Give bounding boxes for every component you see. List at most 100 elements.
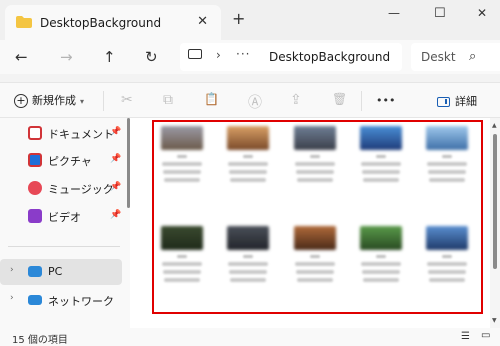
- details-view-icon[interactable]: ☰: [461, 331, 470, 342]
- file-thumbnail-item[interactable]: [220, 226, 276, 282]
- thumbnail-image: [227, 126, 269, 150]
- thumbnail-image: [161, 126, 203, 150]
- scroll-down-icon[interactable]: ▼: [492, 317, 497, 324]
- file-name-blurred: [361, 262, 401, 266]
- tiles-view-icon[interactable]: ▭: [481, 330, 490, 341]
- forward-button[interactable]: →: [60, 48, 73, 66]
- pictures-icon: [28, 153, 42, 167]
- new-button[interactable]: + 新規作成 ▾: [14, 92, 84, 108]
- title-bar: DesktopBackground ✕ + — ☐ ✕: [0, 0, 500, 40]
- sidebar-item-label: PC: [48, 265, 63, 278]
- thumbnail-image: [360, 126, 402, 150]
- search-placeholder: Deskt: [421, 50, 456, 64]
- search-icon: ⌕: [469, 49, 477, 64]
- file-name-blurred: [362, 270, 400, 274]
- sidebar-item-label: ミュージック: [48, 183, 114, 196]
- file-thumbnail-item[interactable]: [220, 126, 276, 182]
- file-thumbnail-item[interactable]: [419, 226, 475, 282]
- back-button[interactable]: ←: [15, 48, 28, 66]
- sidebar-item-label: ネットワーク: [48, 295, 114, 308]
- address-row: ← → ↑ ↻ › ··· DesktopBackground Deskt ⌕: [0, 40, 500, 74]
- file-thumbnail-item[interactable]: [353, 126, 409, 182]
- share-icon[interactable]: ⇪: [290, 92, 302, 108]
- file-name-blurred: [297, 178, 333, 182]
- sidebar-item-network[interactable]: › ネットワーク: [0, 287, 122, 313]
- file-thumbnail-item[interactable]: [154, 226, 210, 282]
- file-thumbnail-item[interactable]: [287, 126, 343, 182]
- sidebar-item-pictures[interactable]: ピクチャ 📌: [0, 147, 122, 173]
- copy-icon[interactable]: ⧉: [163, 92, 173, 108]
- file-name-blurred: [177, 155, 187, 158]
- breadcrumb-chevron-icon[interactable]: ›: [216, 48, 221, 62]
- maximize-button[interactable]: ☐: [434, 6, 446, 21]
- file-name-blurred: [162, 162, 202, 166]
- pc-icon: [188, 49, 202, 59]
- minimize-button[interactable]: —: [388, 6, 400, 20]
- thumbnail-image: [360, 226, 402, 250]
- file-name-blurred: [230, 178, 266, 182]
- tab-close-icon[interactable]: ✕: [197, 14, 208, 29]
- rename-icon[interactable]: Ⓐ: [248, 92, 262, 112]
- sidebar-item-label: ドキュメント: [48, 128, 114, 141]
- file-name-blurred: [164, 278, 200, 282]
- sidebar-item-label: ピクチャ: [48, 155, 92, 168]
- file-name-blurred: [429, 278, 465, 282]
- sidebar-item-videos[interactable]: ビデオ 📌: [0, 203, 122, 229]
- breadcrumb-overflow-button[interactable]: ···: [236, 47, 250, 61]
- pin-icon: 📌: [110, 154, 122, 164]
- sidebar-item-pc[interactable]: › PC: [0, 259, 122, 285]
- divider: [361, 91, 362, 111]
- videos-icon: [28, 209, 42, 223]
- content-scrollbar[interactable]: ▲ ▼: [490, 118, 500, 328]
- file-name-blurred: [376, 255, 386, 258]
- network-icon: [28, 295, 42, 305]
- navigation-pane: ドキュメント 📌 ピクチャ 📌 ミュージック 📌 ビデオ 📌 › PC › ネッ…: [0, 118, 130, 328]
- details-pane-button[interactable]: 詳細: [437, 93, 477, 109]
- thumbnail-image: [426, 126, 468, 150]
- refresh-button[interactable]: ↻: [145, 48, 158, 66]
- file-name-blurred: [295, 262, 335, 266]
- file-name-blurred: [363, 278, 399, 282]
- more-options-button[interactable]: •••: [376, 94, 395, 107]
- documents-icon: [28, 126, 42, 140]
- chevron-right-icon[interactable]: ›: [10, 293, 14, 303]
- scroll-up-icon[interactable]: ▲: [492, 122, 497, 129]
- close-window-button[interactable]: ✕: [477, 6, 487, 20]
- search-input[interactable]: Deskt ⌕: [411, 43, 500, 71]
- paste-icon[interactable]: 📋: [204, 92, 219, 106]
- file-name-blurred: [442, 155, 452, 158]
- file-name-blurred: [310, 155, 320, 158]
- file-name-blurred: [427, 162, 467, 166]
- file-name-blurred: [310, 255, 320, 258]
- sidebar-item-label: ビデオ: [48, 211, 81, 224]
- command-bar: + 新規作成 ▾ ✂ ⧉ 📋 Ⓐ ⇪ 🗑 ••• 詳細: [0, 82, 500, 118]
- file-name-blurred: [163, 170, 201, 174]
- pin-icon: 📌: [110, 127, 122, 137]
- new-tab-button[interactable]: +: [232, 9, 245, 28]
- pc-icon: [28, 266, 42, 277]
- file-name-blurred: [376, 155, 386, 158]
- chevron-right-icon[interactable]: ›: [10, 265, 14, 275]
- item-count: 15 個の項目: [12, 335, 68, 346]
- file-name-blurred: [162, 262, 202, 266]
- tab-title: DesktopBackground: [40, 16, 162, 30]
- up-button[interactable]: ↑: [103, 48, 116, 66]
- cut-icon[interactable]: ✂: [121, 92, 133, 108]
- address-bar[interactable]: › ··· DesktopBackground: [180, 43, 402, 71]
- file-thumbnail-item[interactable]: [353, 226, 409, 282]
- breadcrumb-location[interactable]: DesktopBackground: [269, 50, 390, 64]
- thumbnail-image: [161, 226, 203, 250]
- file-thumbnail-item[interactable]: [287, 226, 343, 282]
- scrollbar-thumb[interactable]: [493, 134, 497, 269]
- delete-icon[interactable]: 🗑: [332, 92, 347, 106]
- tab-desktopbackground[interactable]: DesktopBackground ✕: [5, 5, 221, 40]
- file-name-blurred: [228, 262, 268, 266]
- file-thumbnail-item[interactable]: [419, 126, 475, 182]
- status-bar: 15 個の項目 ☰ ▭: [0, 328, 500, 346]
- file-name-blurred: [361, 162, 401, 166]
- file-thumbnail-item[interactable]: [154, 126, 210, 182]
- file-name-blurred: [363, 178, 399, 182]
- sidebar-item-documents[interactable]: ドキュメント 📌: [0, 120, 122, 146]
- sidebar-item-music[interactable]: ミュージック 📌: [0, 175, 122, 201]
- file-name-blurred: [295, 162, 335, 166]
